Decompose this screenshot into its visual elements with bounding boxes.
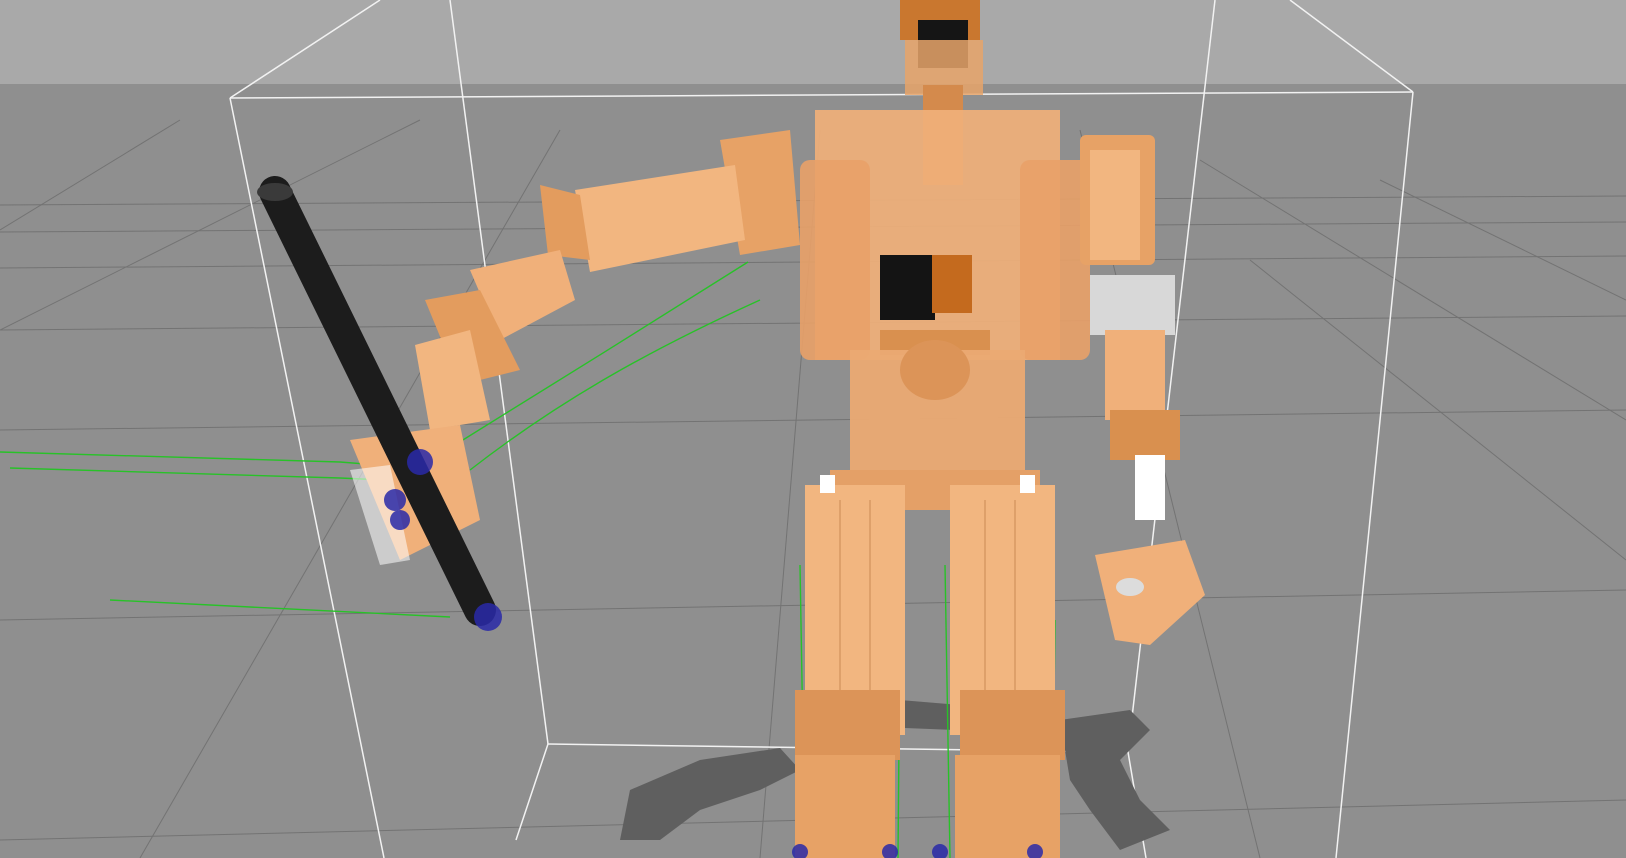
simulation-viewport[interactable] [0,0,1626,858]
3d-scene[interactable] [0,0,1626,858]
sky-background [0,0,1626,90]
